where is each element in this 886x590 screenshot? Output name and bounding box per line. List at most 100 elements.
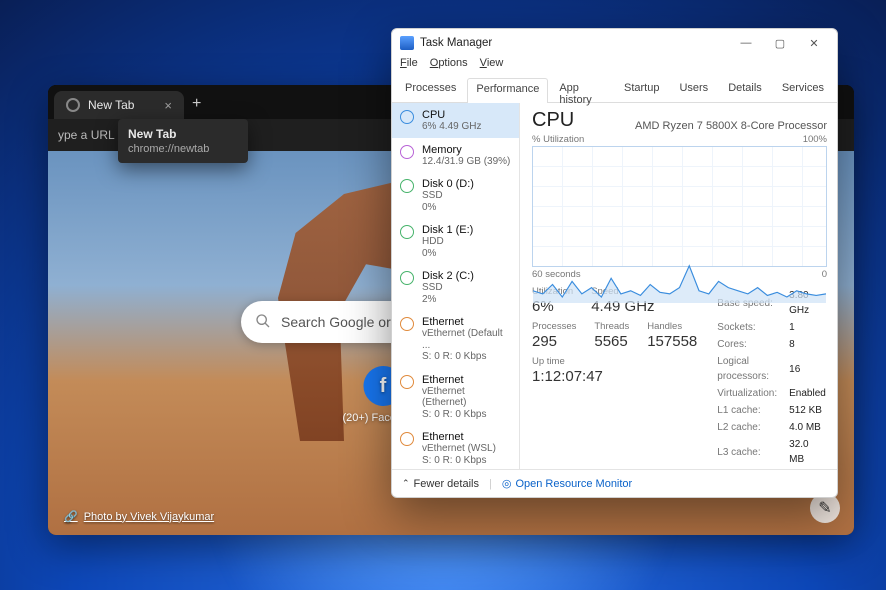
tab-title: New Tab xyxy=(88,98,134,112)
category-tabs: ProcessesPerformanceApp historyStartupUs… xyxy=(392,77,837,103)
chart-axis-label-top-right: 100% xyxy=(803,134,827,145)
sidebar-item-title: Ethernet xyxy=(422,431,496,443)
sidebar-item-title: Disk 2 (C:) xyxy=(422,270,474,282)
sidebar-item-title: Ethernet xyxy=(422,374,511,386)
spec-key: Cores: xyxy=(717,337,787,352)
menubar: File Options View xyxy=(392,57,837,77)
menu-file[interactable]: File xyxy=(400,57,418,77)
threads-value: 5565 xyxy=(594,333,629,350)
titlebar: Task Manager — ▢ ✕ xyxy=(392,29,837,57)
maximize-button[interactable]: ▢ xyxy=(765,32,795,54)
sidebar-item-subtitle: HDD0% xyxy=(422,236,473,259)
sidebar-item-eth-5[interactable]: EthernetvEthernet (Default ...S: 0 R: 0 … xyxy=(392,310,519,368)
browser-tab-newtab[interactable]: New Tab × xyxy=(54,91,184,119)
tab-startup[interactable]: Startup xyxy=(615,77,668,102)
spec-value: 1 xyxy=(789,320,826,335)
pencil-icon: ✎ xyxy=(818,498,831,518)
chevron-up-icon: ⌃ xyxy=(402,478,410,489)
tooltip-url: chrome://newtab xyxy=(128,143,238,155)
footer-bar: ⌃ Fewer details | ◎ Open Resource Monito… xyxy=(392,469,837,497)
tab-processes[interactable]: Processes xyxy=(396,77,465,102)
cpu-spec-table: Base speed:3.80 GHzSockets:1Cores:8Logic… xyxy=(715,286,828,469)
resource-monitor-icon: ◎ xyxy=(502,477,512,490)
spec-key: Logical processors: xyxy=(717,354,787,384)
sidebar-item-eth-6[interactable]: EthernetvEthernet (Ethernet)S: 0 R: 0 Kb… xyxy=(392,368,519,426)
tab-app-history[interactable]: App history xyxy=(550,77,613,102)
handles-value: 157558 xyxy=(647,333,697,350)
tab-users[interactable]: Users xyxy=(670,77,717,102)
threads-label: Threads xyxy=(594,321,629,332)
separator: | xyxy=(489,478,492,490)
fewer-details-button[interactable]: ⌃ Fewer details xyxy=(402,478,479,490)
uptime-value: 1:12:07:47 xyxy=(532,368,697,385)
sidebar-item-cpu-0[interactable]: CPU6% 4.49 GHz xyxy=(392,103,519,138)
cpu-model: AMD Ryzen 7 5800X 8-Core Processor xyxy=(635,120,827,132)
spec-key: Sockets: xyxy=(717,320,787,335)
wallpaper-credit-text: Photo by Vivek Vijaykumar xyxy=(84,511,214,523)
minimize-button[interactable]: — xyxy=(731,32,761,54)
sidebar-item-title: Memory xyxy=(422,144,510,156)
tab-close-icon[interactable]: × xyxy=(164,98,172,113)
spec-key: L1 cache: xyxy=(717,403,787,418)
sidebar-item-disk-2[interactable]: Disk 0 (D:)SSD0% xyxy=(392,172,519,218)
spec-value: 32.0 MB xyxy=(789,437,826,467)
open-resource-monitor-label: Open Resource Monitor xyxy=(515,478,632,490)
tab-details[interactable]: Details xyxy=(719,77,771,102)
spec-row: L3 cache:32.0 MB xyxy=(717,437,826,467)
spec-row: Virtualization:Enabled xyxy=(717,386,826,401)
task-manager-icon xyxy=(400,36,414,50)
sidebar-item-subtitle: vEthernet (Default ...S: 0 R: 0 Kbps xyxy=(422,328,511,363)
eth-ring-icon xyxy=(400,317,414,331)
tab-services[interactable]: Services xyxy=(773,77,833,102)
handles-label: Handles xyxy=(647,321,697,332)
spec-row: L2 cache:4.0 MB xyxy=(717,420,826,435)
sidebar-item-title: Disk 1 (E:) xyxy=(422,224,473,236)
tab-performance[interactable]: Performance xyxy=(467,78,548,103)
eth-ring-icon xyxy=(400,432,414,446)
spec-key: L3 cache: xyxy=(717,437,787,467)
spec-value: Enabled xyxy=(789,386,826,401)
processes-value: 295 xyxy=(532,333,576,350)
sidebar-item-subtitle: SSD2% xyxy=(422,282,474,305)
sidebar-item-title: CPU xyxy=(422,109,481,121)
spec-key: L2 cache: xyxy=(717,420,787,435)
sidebar-item-disk-4[interactable]: Disk 2 (C:)SSD2% xyxy=(392,264,519,310)
tab-favicon-icon xyxy=(66,98,80,112)
open-resource-monitor-link[interactable]: ◎ Open Resource Monitor xyxy=(502,477,632,490)
uptime-label: Up time xyxy=(532,356,697,367)
spec-value: 4.0 MB xyxy=(789,420,826,435)
disk-ring-icon xyxy=(400,271,414,285)
spec-key: Virtualization: xyxy=(717,386,787,401)
sidebar-item-subtitle: SSD0% xyxy=(422,190,474,213)
cpu-utilization-chart xyxy=(532,146,827,267)
window-title: Task Manager xyxy=(420,37,492,49)
cpu-ring-icon xyxy=(400,110,414,124)
menu-view[interactable]: View xyxy=(480,57,504,77)
disk-ring-icon xyxy=(400,225,414,239)
close-button[interactable]: ✕ xyxy=(799,32,829,54)
search-icon xyxy=(255,313,271,332)
task-manager-window: Task Manager — ▢ ✕ File Options View Pro… xyxy=(391,28,838,498)
cpu-heading: CPU xyxy=(532,109,574,132)
fewer-details-label: Fewer details xyxy=(414,478,479,490)
cpu-panel: CPU AMD Ryzen 7 5800X 8-Core Processor %… xyxy=(520,103,837,469)
chart-axis-label-top-left: % Utilization xyxy=(532,134,584,145)
tooltip-title: New Tab xyxy=(128,127,238,141)
spec-row: L1 cache:512 KB xyxy=(717,403,826,418)
disk-ring-icon xyxy=(400,179,414,193)
spec-value: 16 xyxy=(789,354,826,384)
sidebar-item-subtitle: 12.4/31.9 GB (39%) xyxy=(422,156,510,168)
wallpaper-credit-link[interactable]: 🔗 Photo by Vivek Vijaykumar xyxy=(64,510,214,523)
sidebar-item-mem-1[interactable]: Memory12.4/31.9 GB (39%) xyxy=(392,138,519,173)
spec-row: Sockets:1 xyxy=(717,320,826,335)
menu-options[interactable]: Options xyxy=(430,57,468,77)
spec-row: Logical processors:16 xyxy=(717,354,826,384)
processes-label: Processes xyxy=(532,321,576,332)
sidebar-item-subtitle: vEthernet (Ethernet)S: 0 R: 0 Kbps xyxy=(422,386,511,421)
sidebar-item-disk-3[interactable]: Disk 1 (E:)HDD0% xyxy=(392,218,519,264)
sidebar-item-title: Disk 0 (D:) xyxy=(422,178,474,190)
new-tab-button[interactable]: + xyxy=(192,95,201,119)
sidebar-item-subtitle: 6% 4.49 GHz xyxy=(422,121,481,133)
sidebar-item-eth-7[interactable]: EthernetvEthernet (WSL)S: 0 R: 0 Kbps xyxy=(392,425,519,469)
spec-value: 8 xyxy=(789,337,826,352)
